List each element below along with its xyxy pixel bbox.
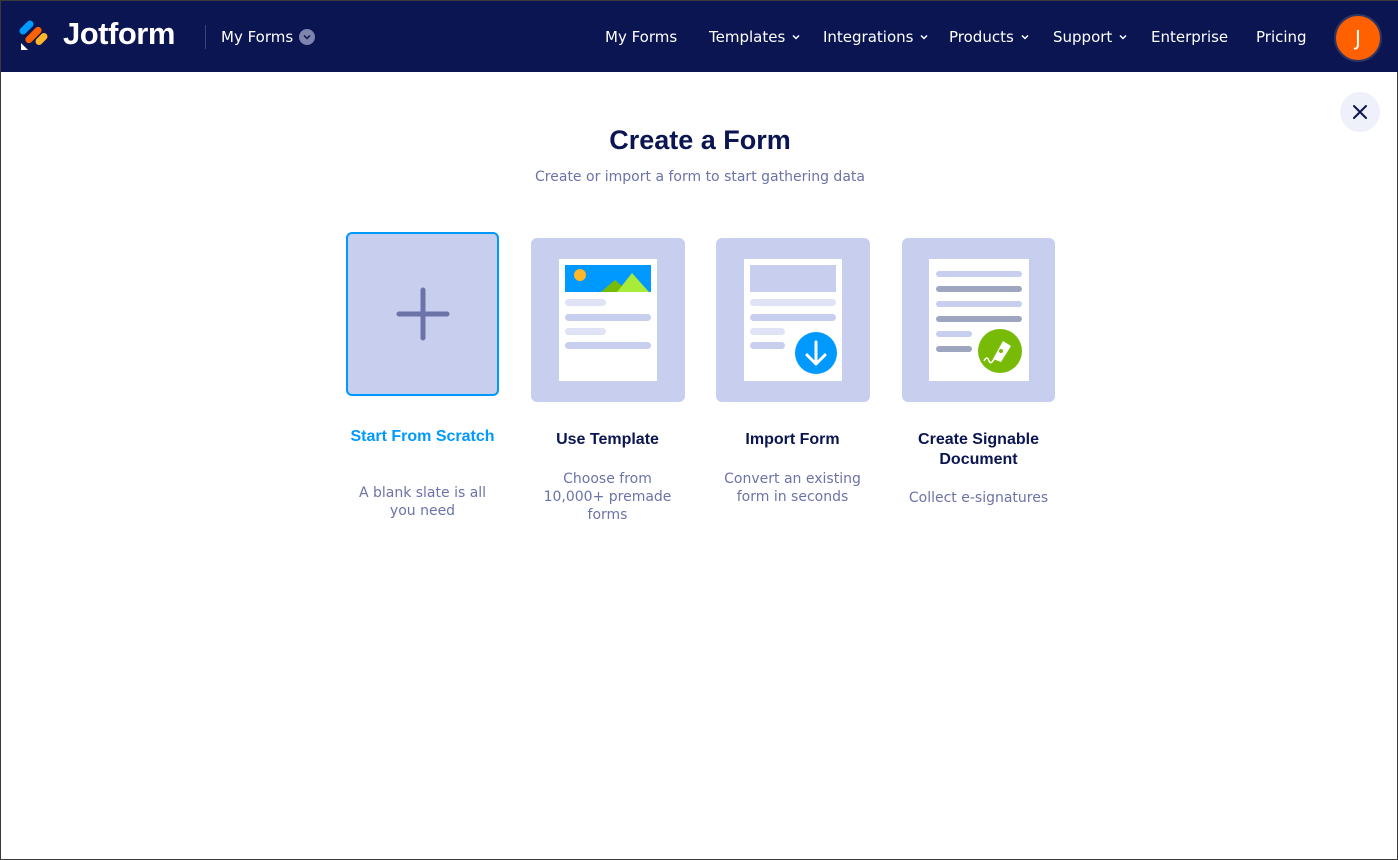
option-tile[interactable]: [902, 238, 1055, 402]
brand-name: Jotform: [63, 16, 175, 51]
nav-divider: [205, 25, 206, 49]
signable-document-illustration-icon: [928, 259, 1029, 381]
nav-item-label: Support: [1053, 28, 1113, 46]
nav-item-label: My Forms: [605, 28, 678, 46]
option-description: Choose from 10,000+ premade forms: [543, 471, 672, 523]
user-avatar[interactable]: J: [1334, 14, 1382, 62]
nav-item-integrations[interactable]: Integrations: [823, 25, 928, 49]
nav-item-products[interactable]: Products: [949, 25, 1029, 49]
nav-item-templates[interactable]: Templates: [709, 25, 800, 49]
page-title: Create a Form: [609, 125, 791, 155]
import-illustration-icon: [744, 259, 842, 381]
option-tile[interactable]: [531, 238, 685, 402]
nav-item-label: Enterprise: [1151, 28, 1229, 46]
option-title: Create Signable Document: [918, 431, 1039, 468]
nav-item-label: Products: [949, 28, 1014, 46]
chevron-down-icon: [1119, 34, 1127, 40]
option-tile[interactable]: [346, 232, 499, 396]
close-icon: [1353, 105, 1367, 119]
option-title: Start From Scratch: [350, 428, 495, 445]
nav-item-support[interactable]: Support: [1053, 25, 1127, 49]
jotform-logo-icon: [19, 20, 48, 50]
jotform-logo[interactable]: Jotform: [19, 16, 175, 51]
nav-item-label: Integrations: [823, 28, 914, 46]
chevron-down-icon: [920, 34, 928, 40]
my-forms-switcher[interactable]: My Forms: [221, 25, 316, 49]
avatar-initial: J: [1355, 26, 1361, 50]
chevron-down-icon: [1021, 34, 1029, 40]
nav-item-pricing[interactable]: Pricing: [1256, 25, 1307, 49]
nav-item-my-forms[interactable]: My Forms: [605, 25, 677, 49]
option-description: A blank slate is all you need: [358, 485, 487, 519]
chevron-down-icon: [792, 34, 800, 40]
chevron-down-icon: [299, 29, 316, 45]
page-subtitle: Create or import a form to start gatheri…: [535, 169, 865, 185]
option-tile[interactable]: [716, 238, 870, 402]
option-title: Import Form: [745, 431, 840, 448]
option-title: Use Template: [556, 431, 659, 448]
nav-item-label: Templates: [709, 28, 786, 46]
top-navigation-bar: Jotform My Forms My Forms Templates Inte…: [1, 1, 1398, 72]
option-description: Convert an existing form in seconds: [724, 471, 861, 505]
option-description: Collect e-signatures: [908, 490, 1049, 506]
plus-icon: [396, 287, 449, 341]
nav-item-enterprise[interactable]: Enterprise: [1151, 25, 1228, 49]
my-forms-switcher-label: My Forms: [221, 28, 294, 46]
template-illustration-icon: [559, 259, 657, 381]
nav-item-label: Pricing: [1256, 28, 1307, 46]
